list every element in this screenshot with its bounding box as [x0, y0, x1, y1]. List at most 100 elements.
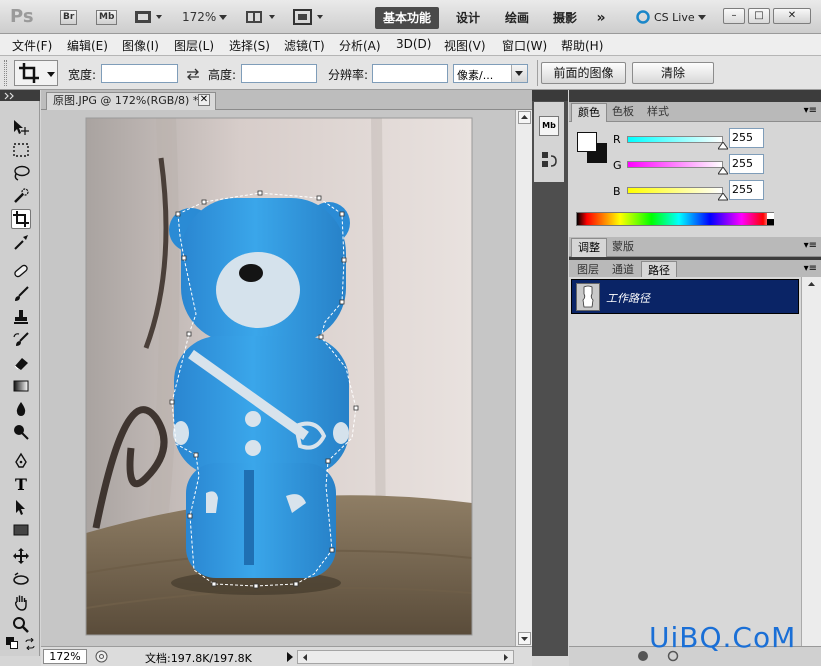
clear-button[interactable]: 清除	[632, 62, 714, 84]
front-image-button[interactable]: 前面的图像	[541, 62, 626, 84]
arrow-right-icon[interactable]	[501, 652, 511, 662]
healing-brush-tool[interactable]	[11, 261, 31, 281]
tool-preset-picker[interactable]	[14, 60, 58, 86]
arrange-documents-button[interactable]	[244, 7, 280, 27]
shape-tool[interactable]	[11, 520, 31, 540]
zoom-tool[interactable]	[11, 615, 31, 635]
color-spectrum-ramp[interactable]	[576, 212, 774, 226]
ramp-black-swatch[interactable]	[767, 219, 774, 225]
quick-selection-tool[interactable]	[11, 186, 31, 206]
arrow-up-icon[interactable]	[806, 279, 817, 290]
menu-view[interactable]: 视图(V)	[444, 37, 486, 54]
workspace-essentials[interactable]: 基本功能	[375, 7, 439, 29]
move-tool[interactable]	[11, 117, 31, 137]
swap-colors-icon[interactable]	[24, 638, 36, 650]
screen-mode-button[interactable]	[292, 7, 328, 27]
tab-masks[interactable]: 蒙版	[606, 238, 640, 257]
blue-slider[interactable]	[627, 187, 723, 194]
tab-color[interactable]: 颜色	[571, 103, 607, 122]
maximize-button[interactable]: □	[748, 8, 770, 24]
swap-dimensions-icon[interactable]	[186, 68, 200, 80]
horizontal-scrollbar[interactable]	[297, 650, 514, 664]
menu-window[interactable]: 窗口(W)	[502, 37, 547, 54]
minibridge-button[interactable]: Mb	[96, 7, 118, 27]
menu-3d[interactable]: 3D(D)	[396, 37, 431, 51]
pen-tool[interactable]	[11, 451, 31, 471]
green-value-input[interactable]: 255	[729, 154, 764, 174]
status-info-icon[interactable]	[95, 650, 108, 663]
document-tab[interactable]: 原图.JPG @ 172%(RGB/8) *	[46, 92, 216, 110]
history-panel-icon[interactable]	[540, 150, 560, 170]
panel-menu-icon[interactable]: ▾≡	[804, 263, 817, 274]
history-brush-tool[interactable]	[11, 330, 31, 350]
paths-scrollbar[interactable]	[801, 277, 821, 646]
foreground-color-swatch[interactable]	[577, 132, 597, 152]
blue-slider-thumb-icon[interactable]	[718, 193, 728, 201]
green-slider[interactable]	[627, 161, 723, 168]
close-button[interactable]: ✕	[773, 8, 811, 24]
path-item-work-path[interactable]: 工作路径	[571, 279, 799, 314]
more-workspaces-button[interactable]: »	[590, 7, 612, 29]
resolution-input[interactable]	[372, 64, 448, 83]
gradient-tool[interactable]	[11, 376, 31, 396]
menu-help[interactable]: 帮助(H)	[561, 37, 603, 54]
workspace-painting[interactable]: 绘画	[498, 7, 536, 29]
bridge-button[interactable]: Br	[60, 7, 78, 27]
fill-path-icon[interactable]	[637, 650, 649, 662]
document-image[interactable]	[41, 110, 515, 646]
dodge-tool[interactable]	[11, 422, 31, 442]
scroll-up-button[interactable]	[518, 111, 531, 124]
options-grip[interactable]	[4, 60, 7, 86]
path-selection-tool[interactable]	[11, 497, 31, 517]
arrow-left-icon[interactable]	[300, 652, 310, 662]
right-dock-header[interactable]	[569, 90, 821, 102]
menu-filter[interactable]: 滤镜(T)	[284, 37, 325, 54]
menu-analysis[interactable]: 分析(A)	[339, 37, 381, 54]
view-extras-button[interactable]	[132, 7, 166, 27]
crop-tool[interactable]	[11, 209, 31, 229]
workspace-design[interactable]: 设计	[449, 7, 487, 29]
menu-file[interactable]: 文件(F)	[12, 37, 52, 54]
resolution-unit-select[interactable]: 像素/...	[453, 64, 528, 83]
height-input[interactable]	[241, 64, 317, 83]
tab-adjustments[interactable]: 调整	[571, 238, 607, 257]
width-input[interactable]	[101, 64, 178, 83]
menu-select[interactable]: 选择(S)	[229, 37, 270, 54]
menu-image[interactable]: 图像(I)	[122, 37, 159, 54]
minibridge-panel-icon[interactable]: Mb	[539, 116, 559, 136]
canvas-area[interactable]	[41, 110, 515, 646]
panel-menu-icon[interactable]: ▾≡	[804, 240, 817, 251]
menu-edit[interactable]: 编辑(E)	[67, 37, 108, 54]
blur-tool[interactable]	[11, 399, 31, 419]
workspace-photography[interactable]: 摄影	[546, 7, 584, 29]
color-swatches[interactable]	[6, 637, 36, 653]
vertical-scrollbar[interactable]	[515, 110, 532, 646]
eraser-tool[interactable]	[11, 353, 31, 373]
dock-strip-header[interactable]	[532, 90, 568, 101]
red-slider-thumb-icon[interactable]	[718, 142, 728, 150]
marquee-tool[interactable]	[11, 140, 31, 160]
clone-stamp-tool[interactable]	[11, 307, 31, 327]
eyedropper-tool[interactable]	[11, 232, 31, 252]
3d-orbit-tool[interactable]	[11, 569, 31, 589]
minimize-button[interactable]: –	[723, 8, 745, 24]
red-value-input[interactable]: 255	[729, 128, 764, 148]
scroll-down-button[interactable]	[518, 632, 531, 645]
brush-tool[interactable]	[11, 284, 31, 304]
menu-layer[interactable]: 图层(L)	[174, 37, 214, 54]
blue-value-input[interactable]: 255	[729, 180, 764, 200]
type-tool[interactable]: T	[11, 474, 31, 494]
zoom-status-input[interactable]: 172%	[43, 649, 87, 664]
red-slider[interactable]	[627, 136, 723, 143]
zoom-level[interactable]: 172%	[182, 7, 216, 27]
close-document-icon[interactable]: ✕	[198, 94, 210, 106]
tab-swatches[interactable]: 色板	[606, 103, 640, 122]
cs-live-button[interactable]: CS Live	[636, 7, 707, 27]
lasso-tool[interactable]	[11, 163, 31, 183]
green-slider-thumb-icon[interactable]	[718, 167, 728, 175]
status-menu-arrow-icon[interactable]	[285, 651, 295, 663]
hand-tool[interactable]	[11, 592, 31, 612]
tab-styles[interactable]: 样式	[641, 103, 675, 122]
panel-menu-icon[interactable]: ▾≡	[804, 105, 817, 116]
3d-rotate-tool[interactable]	[11, 546, 31, 566]
